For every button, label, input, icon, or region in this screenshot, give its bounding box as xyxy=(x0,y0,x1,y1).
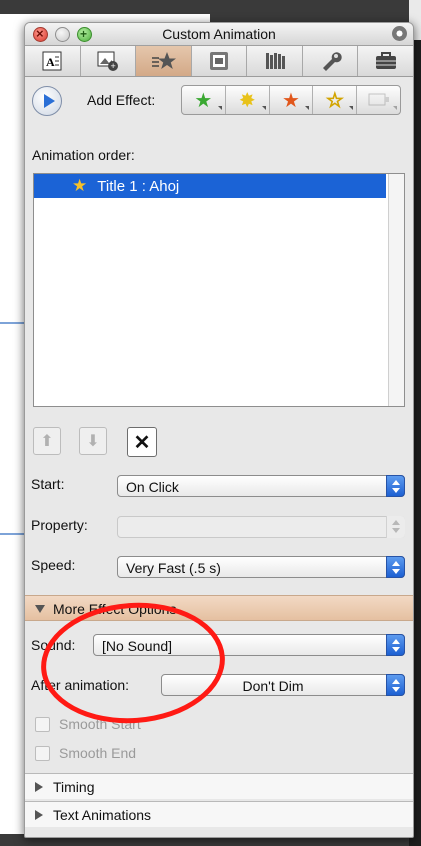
smooth-start-label: Smooth Start xyxy=(59,716,141,732)
svg-text:A: A xyxy=(46,55,55,69)
tab-reference-tools[interactable] xyxy=(247,46,303,76)
tab-object-palette[interactable]: + xyxy=(81,46,137,76)
smooth-end-label: Smooth End xyxy=(59,745,137,761)
exit-effect-button[interactable]: ★ xyxy=(270,86,314,114)
slide-guide-line xyxy=(0,322,26,324)
tab-custom-animation[interactable] xyxy=(136,46,192,76)
title-bar: Custom Animation xyxy=(25,23,413,46)
svg-text:+: + xyxy=(110,61,115,71)
add-effect-buttons: ★ ✸ ★ ☆ xyxy=(181,85,401,115)
timing-label: Timing xyxy=(53,779,95,795)
property-popup[interactable] xyxy=(117,516,405,538)
arrow-down-icon: ⬇ xyxy=(86,433,100,450)
sound-value: [No Sound] xyxy=(102,638,173,654)
toolbox-icon xyxy=(375,52,396,69)
list-item-label: Title 1 : Ahoj xyxy=(97,177,180,195)
emphasis-effect-icon: ✸ xyxy=(238,89,256,112)
chevron-updown-icon xyxy=(386,475,405,497)
reference-tools-icon xyxy=(265,53,285,69)
property-label: Property: xyxy=(31,517,88,533)
sound-label: Sound: xyxy=(31,637,76,653)
entrance-effect-button[interactable]: ★ xyxy=(182,86,226,114)
smooth-end-checkbox[interactable] xyxy=(35,745,50,761)
sound-popup[interactable]: [No Sound] xyxy=(93,634,405,656)
start-value: On Click xyxy=(126,479,179,495)
disclosure-open-icon xyxy=(35,605,45,613)
wrench-icon xyxy=(323,52,342,71)
text-animations-label: Text Animations xyxy=(53,807,152,823)
after-animation-popup[interactable]: Don't Dim xyxy=(161,674,405,696)
toolbox-tabs: A + xyxy=(25,46,413,77)
palette-options-icon[interactable] xyxy=(392,26,407,41)
text-formatting-icon: A xyxy=(42,51,62,71)
smooth-start-checkbox-row[interactable]: Smooth Start xyxy=(35,716,141,732)
custom-animation-icon xyxy=(152,52,177,69)
motion-path-icon: ☆ xyxy=(325,89,344,112)
chevron-updown-icon xyxy=(386,634,405,656)
chevron-updown-icon xyxy=(386,674,405,696)
slide-guide-line xyxy=(0,533,26,535)
window-title: Custom Animation xyxy=(162,26,276,42)
start-popup[interactable]: On Click xyxy=(117,475,405,497)
tab-formatting[interactable]: A xyxy=(25,46,81,76)
tab-compatibility[interactable] xyxy=(303,46,359,76)
emphasis-effect-button[interactable]: ✸ xyxy=(226,86,270,114)
start-label: Start: xyxy=(31,476,65,492)
close-button[interactable] xyxy=(33,23,48,45)
add-effect-row: Add Effect: ★ ✸ ★ ☆ xyxy=(25,77,413,121)
custom-animation-palette: Custom Animation A + xyxy=(24,22,414,838)
timing-section-header[interactable]: Timing xyxy=(25,773,413,799)
insert-image-icon: + xyxy=(97,51,118,71)
animation-order-list[interactable]: ★ Title 1 : Ahoj xyxy=(33,173,405,407)
more-effect-options-label: More Effect Options xyxy=(53,601,177,617)
animation-order-label: Animation order: xyxy=(32,147,135,163)
after-animation-label: After animation: xyxy=(31,677,130,693)
minimize-button[interactable] xyxy=(55,27,70,42)
after-animation-value: Don't Dim xyxy=(242,678,304,694)
zoom-button[interactable] xyxy=(77,23,92,45)
chevron-updown-icon xyxy=(386,516,405,538)
disclosure-closed-icon xyxy=(35,810,43,820)
smooth-end-checkbox-row[interactable]: Smooth End xyxy=(35,745,136,761)
arrow-up-icon: ⬆ xyxy=(40,433,54,450)
remove-effect-button[interactable]: ✕ xyxy=(127,427,157,457)
action-effect-icon xyxy=(368,93,389,106)
tab-scrapbook[interactable] xyxy=(192,46,248,76)
speed-label: Speed: xyxy=(31,557,76,573)
scrapbook-icon xyxy=(210,52,229,70)
smooth-start-checkbox[interactable] xyxy=(35,716,50,732)
delete-icon: ✕ xyxy=(133,431,151,454)
move-up-button[interactable]: ⬆ xyxy=(33,427,61,455)
chevron-updown-icon xyxy=(386,556,405,578)
disclosure-closed-icon xyxy=(35,782,43,792)
list-scrollbar[interactable] xyxy=(388,174,404,406)
entrance-effect-icon: ★ xyxy=(194,89,213,112)
star-icon: ★ xyxy=(72,176,88,195)
tab-toolbox[interactable] xyxy=(358,46,413,76)
exit-effect-icon: ★ xyxy=(282,89,300,112)
move-down-button[interactable]: ⬇ xyxy=(79,427,107,455)
motion-path-button[interactable]: ☆ xyxy=(313,86,358,114)
speed-value: Very Fast (.5 s) xyxy=(126,560,221,576)
add-effect-label: Add Effect: xyxy=(87,92,156,108)
speed-popup[interactable]: Very Fast (.5 s) xyxy=(117,556,405,578)
more-effect-options-header[interactable]: More Effect Options xyxy=(25,595,413,621)
list-item[interactable]: ★ Title 1 : Ahoj xyxy=(34,174,386,198)
text-animations-section-header[interactable]: Text Animations xyxy=(25,801,413,827)
play-animation-button[interactable] xyxy=(32,86,62,116)
action-effect-button[interactable] xyxy=(357,86,400,114)
